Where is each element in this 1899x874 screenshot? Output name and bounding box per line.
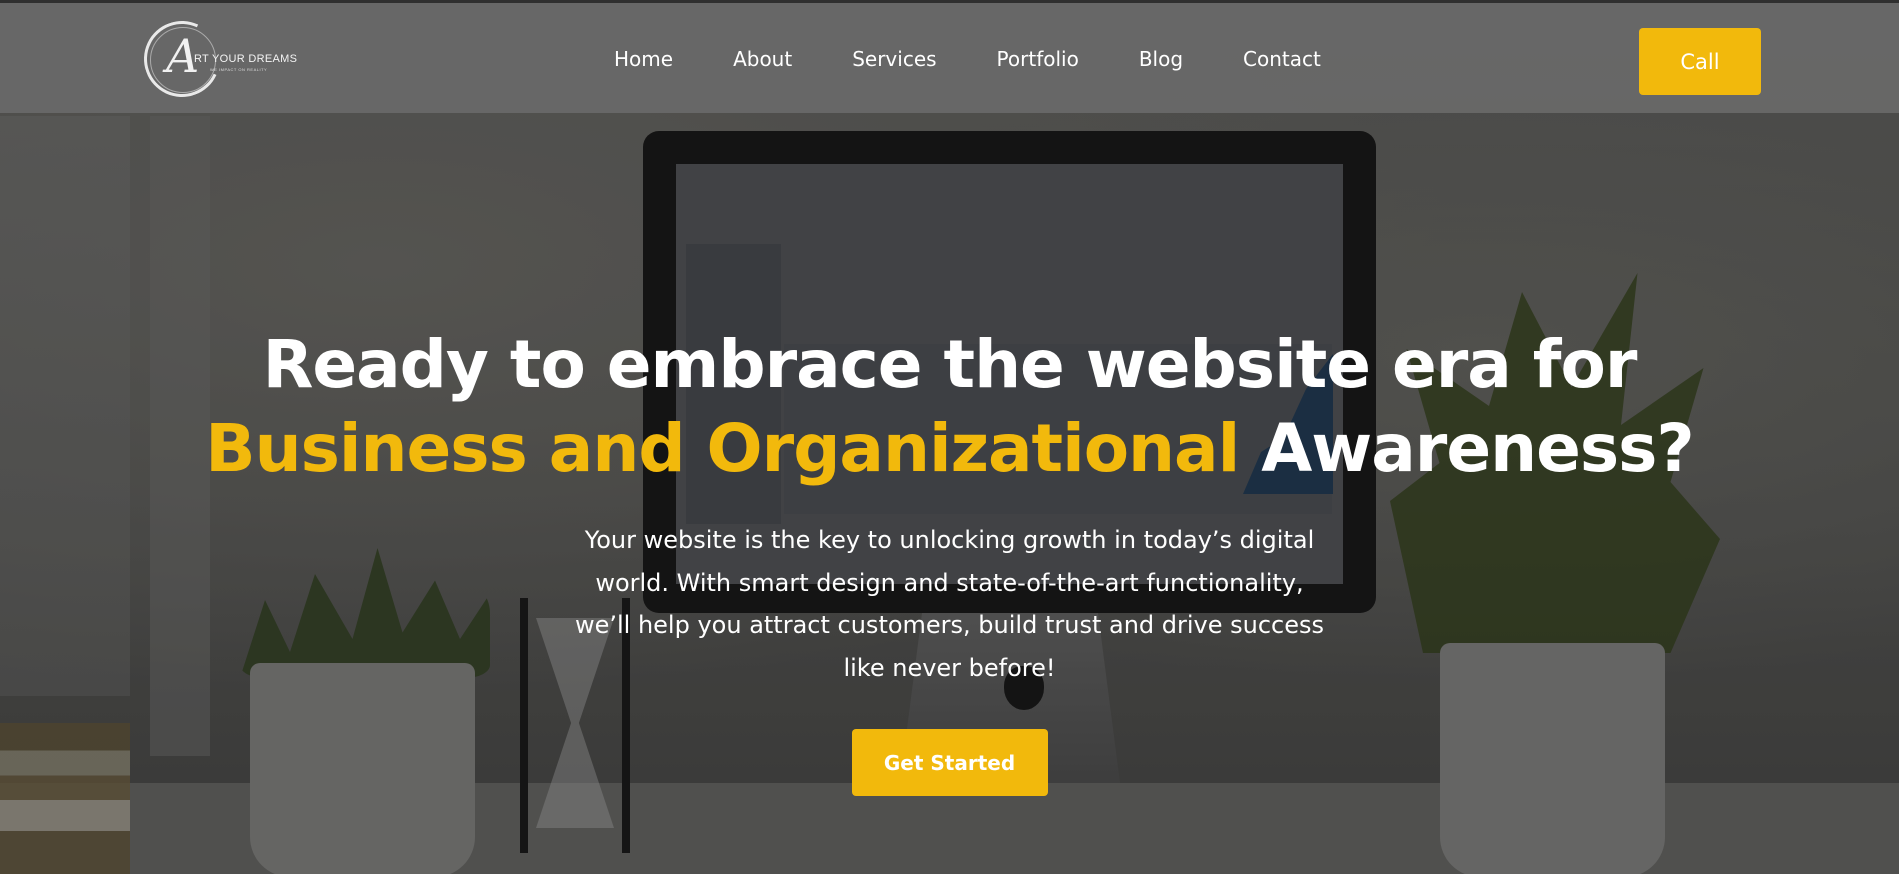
navbar: A RT YOUR DREAMS WE IMPACT ON REALITY Ho…: [0, 3, 1899, 113]
nav-item-about[interactable]: About: [733, 46, 792, 72]
call-button[interactable]: Call: [1639, 28, 1761, 95]
hero-title: Ready to embrace the website era for Bus…: [0, 323, 1899, 491]
hero-description: Your website is the key to unlocking gro…: [574, 526, 1325, 682]
hero-title-end: Awareness?: [1261, 410, 1695, 487]
logo-brand-name: RT YOUR DREAMS: [194, 53, 298, 65]
nav-item-blog[interactable]: Blog: [1139, 46, 1183, 72]
nav-item-contact[interactable]: Contact: [1243, 46, 1321, 72]
nav-item-home[interactable]: Home: [614, 46, 673, 72]
nav-item-portfolio[interactable]: Portfolio: [997, 46, 1079, 72]
get-started-button[interactable]: Get Started: [851, 729, 1048, 796]
hero-section: Ready to embrace the website era for Bus…: [0, 323, 1899, 796]
logo-tagline: WE IMPACT ON REALITY: [210, 67, 268, 72]
hero-title-line1: Ready to embrace the website era for: [262, 326, 1638, 403]
site-logo[interactable]: A RT YOUR DREAMS WE IMPACT ON REALITY: [133, 10, 297, 108]
main-menu: Home About Services Portfolio Blog Conta…: [614, 46, 1321, 72]
hero-title-accent: Business and Organizational: [205, 410, 1240, 487]
nav-item-services[interactable]: Services: [852, 46, 936, 72]
landing-page: A RT YOUR DREAMS WE IMPACT ON REALITY Ho…: [0, 0, 1899, 874]
